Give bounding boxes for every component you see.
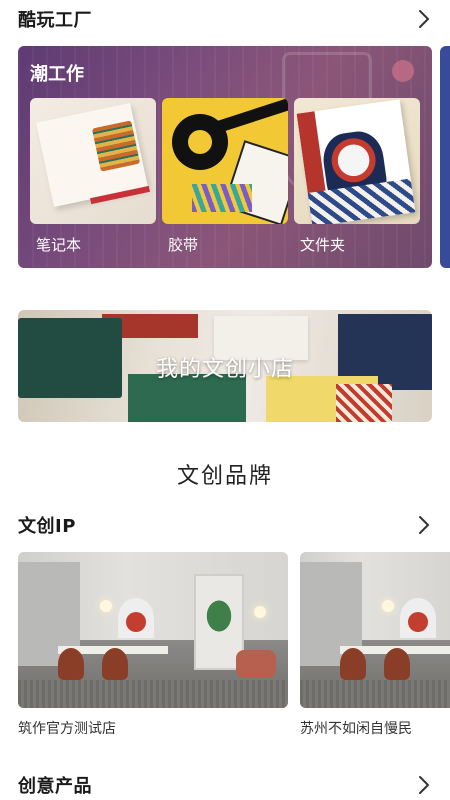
wall-artwork	[400, 598, 436, 638]
section-header-top: 酷玩工厂	[18, 4, 432, 34]
section-header-ip: 文创IP	[18, 510, 432, 540]
plant-artwork	[200, 592, 238, 632]
store-name: 筑作官方测试店	[18, 721, 116, 737]
lamp-decoration	[392, 60, 414, 82]
store-image	[300, 552, 450, 708]
feature-title: 潮工作	[30, 64, 84, 85]
tape-thumbnail[interactable]	[162, 98, 288, 224]
section-title-products: 创意产品	[18, 776, 92, 797]
banner-title: 我的文创小店	[155, 357, 294, 382]
folder-image	[296, 99, 416, 224]
feature-item-label[interactable]: 文件夹	[300, 234, 345, 255]
chair	[102, 648, 128, 680]
tape-image	[172, 114, 228, 170]
store-card[interactable]: 苏州不如闲自慢民	[300, 552, 450, 742]
chair	[340, 648, 366, 680]
notebook-thumbnail[interactable]	[30, 98, 156, 224]
store-name: 苏州不如闲自慢民	[300, 721, 412, 737]
pencils-image	[192, 184, 252, 212]
brand-heading: 文创品牌	[176, 464, 273, 489]
armchair	[236, 650, 276, 678]
product-box	[336, 384, 392, 422]
store-image	[18, 552, 288, 708]
feature-item-label[interactable]: 胶带	[168, 234, 198, 255]
section-header-products: 创意产品	[18, 770, 432, 800]
chevron-right-icon[interactable]	[416, 8, 432, 30]
pendant-lamp	[382, 600, 394, 612]
section-title-top: 酷玩工厂	[18, 10, 92, 31]
chair	[58, 648, 84, 680]
next-card-peek[interactable]	[440, 46, 450, 268]
feature-card[interactable]: 潮工作 笔记本 胶带 文件夹	[18, 46, 432, 268]
chevron-right-icon[interactable]	[416, 514, 432, 536]
chair	[384, 648, 410, 680]
shop-banner[interactable]: 我的文创小店	[18, 310, 432, 422]
section-title-ip: 文创IP	[18, 516, 76, 537]
pendant-lamp	[100, 600, 112, 612]
chevron-right-icon[interactable]	[416, 774, 432, 796]
wall-artwork	[118, 598, 154, 638]
floor-lamp	[254, 606, 266, 618]
store-card[interactable]: 筑作官方测试店	[18, 552, 288, 742]
feature-item-label[interactable]: 笔记本	[36, 234, 81, 255]
carpet	[300, 680, 450, 708]
folder-thumbnail[interactable]	[294, 98, 420, 224]
carpet	[18, 680, 288, 708]
